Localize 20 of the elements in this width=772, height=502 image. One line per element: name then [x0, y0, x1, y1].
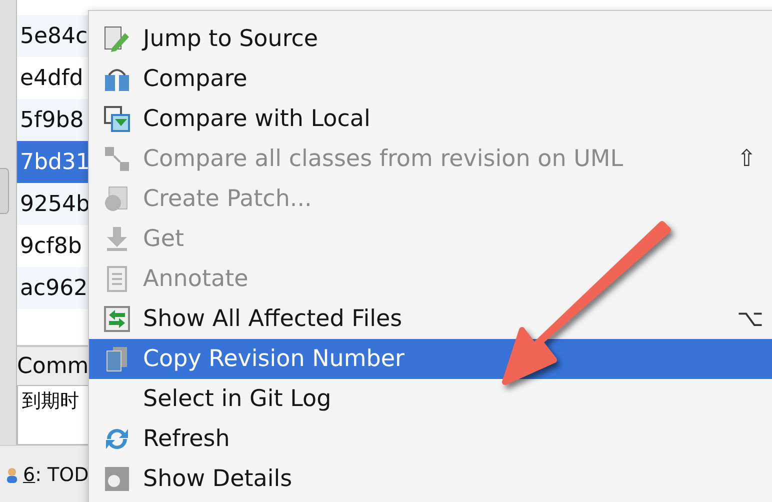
- commit-message-text: 到期时: [21, 389, 80, 414]
- person-icon: [4, 466, 20, 482]
- menu-item[interactable]: Refresh: [89, 419, 772, 459]
- menu-item[interactable]: Copy Revision Number: [89, 339, 772, 379]
- menu-item[interactable]: Select in Git Log: [89, 379, 772, 419]
- commit-hash: 5e84c: [19, 24, 89, 48]
- commit-message-label: Comm: [17, 352, 89, 380]
- commit-hash: 9254b: [19, 192, 90, 216]
- details-icon: [103, 465, 131, 493]
- menu-item[interactable]: Show All Affected Files ⌥: [89, 299, 772, 339]
- commit-hash: 7bd31: [19, 150, 90, 174]
- commit-hash: 5f9b8: [19, 108, 85, 132]
- document-pencil-icon: [103, 25, 131, 53]
- menu-item[interactable]: Compare with Local: [89, 99, 772, 139]
- diagram-icon: [103, 145, 131, 173]
- commit-hash: ac962: [19, 276, 89, 300]
- menu-item[interactable]: Compare: [89, 59, 772, 99]
- swap-arrows-icon: [103, 305, 131, 333]
- menu-item[interactable]: Jump to Source: [89, 19, 772, 59]
- compare-local-icon: [103, 105, 131, 133]
